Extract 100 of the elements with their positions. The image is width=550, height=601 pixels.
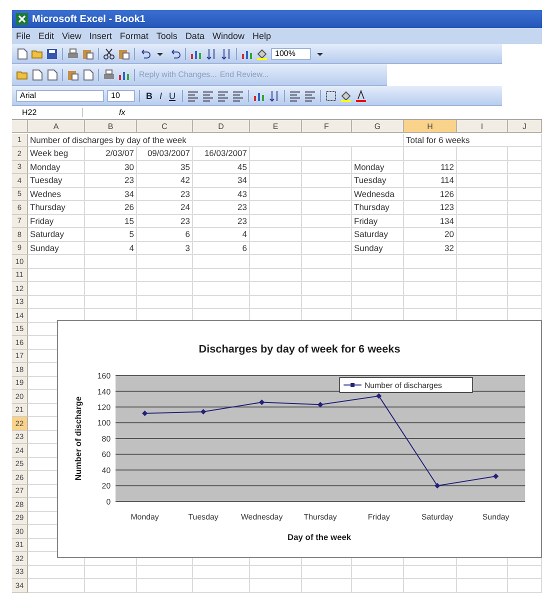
sort-icon[interactable] — [220, 48, 232, 60]
menu-item[interactable]: Data — [185, 31, 204, 41]
table-cell: 34 — [85, 188, 137, 201]
align-icon[interactable] — [304, 90, 316, 102]
table-cell — [137, 268, 193, 282]
sort-icon[interactable] — [268, 90, 280, 102]
font-field[interactable]: Arial — [16, 90, 104, 102]
table-cell: Tuesday — [352, 174, 404, 188]
column-header[interactable]: H — [404, 120, 457, 133]
table-cell: 42 — [137, 174, 193, 188]
function-label[interactable]: fx — [119, 108, 126, 117]
table-cell — [457, 174, 508, 188]
table-cell: 09/03/2007 — [137, 147, 193, 160]
new-document-icon[interactable] — [16, 48, 28, 60]
table-cell — [250, 268, 302, 282]
new-document-icon[interactable] — [31, 68, 43, 80]
folder-icon[interactable] — [16, 68, 28, 80]
undo-icon[interactable] — [169, 48, 181, 60]
font-size-field[interactable]: 10 — [107, 90, 135, 102]
column-header[interactable]: D — [193, 120, 250, 133]
table-cell — [457, 228, 508, 242]
clipboard-icon[interactable] — [118, 48, 130, 60]
table-cell — [352, 147, 404, 160]
x-tick-label: Saturday — [421, 512, 454, 522]
new-document-icon[interactable] — [82, 68, 94, 80]
x-tick-label: Monday — [130, 512, 159, 522]
column-header[interactable]: C — [137, 120, 193, 133]
fill-color-icon[interactable] — [340, 90, 352, 102]
menu-item[interactable]: View — [62, 31, 82, 41]
table-cell — [352, 282, 404, 296]
table-cell: 23 — [137, 188, 193, 201]
sort-icon[interactable] — [205, 48, 217, 60]
align-icon[interactable] — [288, 90, 301, 102]
menu-item[interactable]: Window — [212, 31, 244, 41]
table-cell: Wednesda — [352, 188, 404, 201]
menu-item[interactable]: Help — [252, 31, 271, 41]
table-cell — [250, 566, 302, 579]
table-cell: 123 — [404, 201, 457, 214]
borders-icon[interactable] — [324, 90, 337, 102]
format-button[interactable]: I — [158, 90, 164, 100]
column-header[interactable]: E — [250, 120, 302, 133]
name-box[interactable]: H22 — [12, 108, 83, 117]
format-button[interactable]: B — [144, 90, 154, 100]
menu-item[interactable]: Insert — [89, 31, 112, 41]
table-cell — [508, 242, 542, 255]
format-button[interactable]: U — [167, 90, 178, 100]
y-tick-label: 40 — [102, 466, 111, 475]
save-icon[interactable] — [46, 48, 58, 60]
zoom-field[interactable]: 100% — [271, 48, 311, 60]
column-header[interactable]: G — [352, 120, 404, 133]
table-cell: 134 — [404, 214, 457, 228]
table-cell — [193, 282, 250, 296]
column-header[interactable]: F — [302, 120, 352, 133]
menu-item[interactable]: Format — [120, 31, 148, 41]
fill-color-icon[interactable] — [256, 48, 268, 60]
column-header[interactable]: I — [457, 120, 508, 133]
column-header[interactable]: J — [508, 120, 542, 133]
table-cell — [250, 147, 302, 160]
table-cell — [457, 214, 508, 228]
new-document-icon[interactable] — [46, 68, 58, 80]
column-header[interactable]: A — [28, 120, 85, 133]
font-color-icon[interactable] — [354, 90, 367, 102]
chart-title: Discharges by day of week for 6 weeks — [198, 344, 400, 356]
align-icon[interactable] — [202, 90, 214, 102]
folder-icon[interactable] — [31, 48, 43, 60]
legend: Number of discharges — [339, 377, 473, 393]
table-cell: Total for 6 weeks — [404, 134, 542, 147]
table-cell: 4 — [193, 228, 250, 242]
x-tick-label: Thursday — [304, 512, 337, 522]
table-cell — [193, 268, 250, 282]
table-cell: 24 — [137, 201, 193, 214]
undo-icon[interactable] — [139, 48, 151, 60]
align-icon[interactable] — [186, 90, 199, 102]
table-cell — [508, 188, 542, 201]
table-cell — [508, 255, 542, 268]
legend-label: Number of discharges — [364, 380, 442, 390]
align-icon[interactable] — [216, 90, 229, 102]
printer-icon[interactable] — [103, 68, 115, 80]
table-cell — [302, 268, 352, 282]
align-icon[interactable] — [232, 90, 244, 102]
table-cell: Thursday — [28, 201, 85, 214]
y-tick-label: 100 — [97, 418, 111, 428]
table-cell: 20 — [404, 228, 457, 242]
cut-icon[interactable] — [103, 48, 115, 60]
data-point — [318, 402, 324, 408]
table-cell — [404, 282, 457, 296]
printer-icon[interactable] — [67, 48, 79, 60]
clipboard-icon[interactable] — [82, 48, 94, 60]
menu-item[interactable]: Tools — [156, 31, 178, 41]
menu-item[interactable]: File — [16, 31, 31, 41]
clipboard-icon[interactable] — [67, 68, 79, 80]
table-cell — [508, 214, 542, 228]
table-cell — [508, 201, 542, 214]
table-cell — [508, 566, 542, 579]
table-cell — [85, 566, 137, 579]
table-cell — [302, 566, 352, 579]
table-cell: Wednes — [28, 188, 85, 201]
menu-item[interactable]: Edit — [38, 31, 54, 41]
y-tick-label: 140 — [97, 387, 111, 396]
column-header[interactable]: B — [85, 120, 137, 133]
